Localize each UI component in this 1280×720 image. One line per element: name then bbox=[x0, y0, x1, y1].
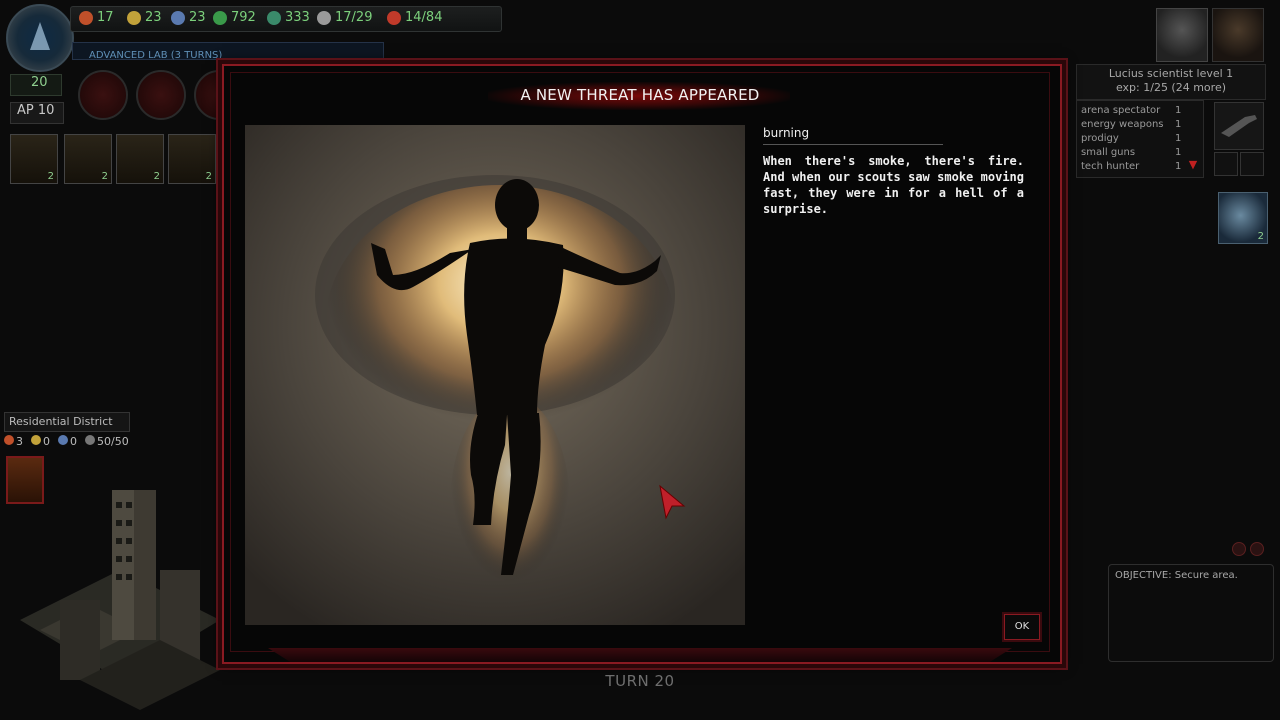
turns-counter: 20 bbox=[10, 74, 62, 96]
character-exp: exp: 1/25 (24 more) bbox=[1115, 81, 1227, 94]
district-stat-value: 50/50 bbox=[97, 434, 129, 448]
character-info: Lucius scientist level 1 exp: 1/25 (24 m… bbox=[1076, 64, 1266, 100]
skill-name: tech hunter bbox=[1081, 161, 1140, 172]
shield-icon bbox=[85, 434, 95, 445]
skill-level: 1 bbox=[1175, 119, 1182, 130]
energy-icon bbox=[58, 434, 68, 445]
district-stat: 50/50 bbox=[85, 434, 129, 448]
resource-value: 14/84 bbox=[405, 10, 443, 25]
resource-energy: 23 bbox=[171, 10, 206, 25]
resource-flame: 17 bbox=[79, 10, 114, 25]
turns-counter-value: 20 bbox=[31, 75, 48, 90]
resource-money: 792 bbox=[213, 10, 256, 25]
district-stats: 3 0 0 50/50 bbox=[4, 432, 154, 450]
influence-icon bbox=[267, 10, 281, 25]
threat-name: burning bbox=[763, 126, 943, 145]
resource-value: 17/29 bbox=[335, 10, 373, 25]
resource-units: 14/84 bbox=[387, 10, 442, 25]
resource-value: 792 bbox=[231, 10, 256, 25]
resource-radiation: 17/29 bbox=[317, 10, 372, 25]
objective-controls bbox=[1232, 542, 1272, 556]
resource-value: 23 bbox=[189, 10, 206, 25]
squad-member-count: 2 bbox=[1257, 231, 1264, 242]
mouse-cursor-icon bbox=[659, 484, 686, 520]
district-name: Residential District bbox=[4, 412, 130, 432]
lab-status-text: ADVANCED LAB (3 TURNS) bbox=[89, 50, 223, 61]
flame-icon bbox=[79, 10, 93, 25]
money-icon bbox=[213, 10, 227, 25]
unit-icon bbox=[387, 10, 401, 25]
threat-description: When there's smoke, there's fire. And wh… bbox=[763, 154, 1024, 216]
settings-icon[interactable] bbox=[1250, 542, 1264, 556]
build-button[interactable] bbox=[78, 70, 128, 120]
coin-icon bbox=[31, 434, 41, 445]
skill-name: small guns bbox=[1081, 147, 1136, 158]
faction-emblem[interactable] bbox=[6, 4, 74, 72]
character-portrait-selected[interactable] bbox=[1156, 8, 1208, 62]
skill-level: 1 bbox=[1175, 147, 1182, 158]
resource-value: 17 bbox=[97, 10, 114, 25]
ok-button[interactable]: OK bbox=[1004, 614, 1040, 640]
unit-count: 2 bbox=[153, 171, 160, 182]
turn-indicator: TURN 20 bbox=[605, 672, 675, 690]
resource-value: 23 bbox=[145, 10, 162, 25]
equipment-slot[interactable] bbox=[1240, 152, 1264, 176]
unit-slot[interactable]: 2 bbox=[64, 134, 112, 184]
rifle-icon bbox=[1221, 115, 1257, 137]
district-stat-value: 0 bbox=[43, 434, 50, 448]
weapons-button[interactable] bbox=[136, 70, 186, 120]
resource-influence: 333 bbox=[267, 10, 310, 25]
squad-member-portrait[interactable]: 2 bbox=[1218, 192, 1268, 244]
coin-icon bbox=[127, 10, 141, 25]
skills-list: arena spectator 1 energy weapons 1 prodigy… bbox=[1076, 100, 1204, 178]
objective-panel: OBJECTIVE: Secure area. bbox=[1108, 564, 1274, 662]
skill-row: small guns 1 bbox=[1077, 146, 1203, 160]
weapon-slot[interactable] bbox=[1214, 102, 1264, 150]
skill-row: tech hunter 1 bbox=[1077, 160, 1203, 174]
target-icon[interactable] bbox=[1232, 542, 1246, 556]
district-stat: 0 bbox=[58, 434, 77, 448]
unit-slot[interactable]: 2 bbox=[10, 134, 58, 184]
unit-count: 2 bbox=[101, 171, 108, 182]
faction-symbol-icon bbox=[30, 22, 50, 50]
skill-row: prodigy 1 bbox=[1077, 132, 1203, 146]
skill-level: 1 bbox=[1175, 161, 1182, 172]
skill-level: 1 bbox=[1175, 105, 1182, 116]
skill-level: 1 bbox=[1175, 133, 1182, 144]
skill-name: prodigy bbox=[1081, 133, 1119, 144]
district-stat: 0 bbox=[31, 434, 50, 448]
skill-row: energy weapons 1 bbox=[1077, 118, 1203, 132]
city-map[interactable] bbox=[20, 480, 220, 710]
unit-count: 2 bbox=[205, 171, 212, 182]
scroll-down-icon[interactable]: ▼ bbox=[1186, 158, 1200, 172]
lab-status-bar[interactable]: ADVANCED LAB (3 TURNS) bbox=[72, 42, 384, 61]
resource-value: 333 bbox=[285, 10, 310, 25]
equipment-slot[interactable] bbox=[1214, 152, 1238, 176]
radiation-icon bbox=[317, 10, 331, 25]
resource-bar: 17 23 23 792 333 17/29 14/84 bbox=[70, 6, 502, 32]
resource-coin: 23 bbox=[127, 10, 162, 25]
dialog-title: A NEW THREAT HAS APPEARED bbox=[520, 86, 760, 104]
action-points-value: AP 10 bbox=[17, 103, 55, 118]
skill-row: arena spectator 1 bbox=[1077, 104, 1203, 118]
burning-figure-illustration bbox=[245, 125, 745, 625]
unit-count: 2 bbox=[47, 171, 54, 182]
unit-slot[interactable]: 2 bbox=[116, 134, 164, 184]
district-stat-value: 3 bbox=[16, 434, 23, 448]
district-stat-value: 0 bbox=[70, 434, 77, 448]
character-portrait[interactable] bbox=[1212, 8, 1264, 62]
character-name-class-level: Lucius scientist level 1 bbox=[1108, 67, 1234, 80]
energy-icon bbox=[171, 10, 185, 25]
action-points: AP 10 bbox=[10, 102, 64, 124]
skill-name: energy weapons bbox=[1081, 119, 1164, 130]
flame-icon bbox=[4, 434, 14, 445]
unit-slot[interactable]: 2 bbox=[168, 134, 216, 184]
district-stat: 3 bbox=[4, 434, 23, 448]
skill-name: arena spectator bbox=[1081, 105, 1161, 116]
turn-plate bbox=[268, 648, 1012, 662]
